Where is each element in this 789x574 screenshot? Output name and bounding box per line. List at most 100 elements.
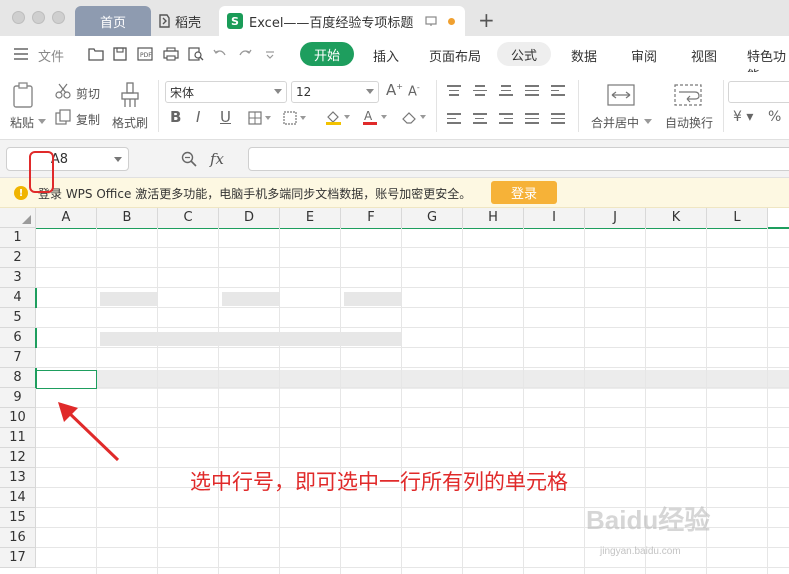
- row-header-9[interactable]: 9: [0, 388, 36, 408]
- row-header-15[interactable]: 15: [0, 508, 36, 528]
- minimize-window-icon[interactable]: [32, 11, 45, 24]
- row-header-4[interactable]: 4: [0, 288, 36, 308]
- row-header-13[interactable]: 13: [0, 468, 36, 488]
- monitor-icon[interactable]: [425, 16, 437, 27]
- fill-color-icon[interactable]: [325, 109, 351, 125]
- menu-tab-formulas[interactable]: 公式: [497, 42, 552, 66]
- border-icon[interactable]: [248, 111, 272, 125]
- indent-icon[interactable]: [551, 85, 565, 99]
- font-color-icon[interactable]: A: [362, 109, 388, 125]
- align-top-icon[interactable]: [447, 85, 461, 99]
- quick-access-dropdown-icon[interactable]: [265, 51, 275, 59]
- row-header-1[interactable]: 1: [0, 228, 36, 248]
- decrease-font-icon[interactable]: A-: [408, 83, 420, 99]
- column-header-b[interactable]: B: [97, 208, 158, 228]
- tab-document[interactable]: S Excel——百度经验专项标题: [219, 6, 465, 36]
- function-icon[interactable]: fx: [210, 150, 224, 168]
- align-center-icon[interactable]: [473, 113, 487, 127]
- row-header-2[interactable]: 2: [0, 248, 36, 268]
- column-header-l[interactable]: L: [707, 208, 768, 228]
- save-icon[interactable]: [113, 47, 127, 61]
- format-painter-icon[interactable]: [120, 82, 140, 108]
- print-preview-icon[interactable]: [188, 47, 204, 61]
- row-header-8[interactable]: 8: [0, 368, 36, 388]
- redo-icon[interactable]: [238, 47, 252, 61]
- formula-input[interactable]: [248, 147, 789, 171]
- row-header-7[interactable]: 7: [0, 348, 36, 368]
- shaded-cell[interactable]: [100, 332, 401, 346]
- hamburger-menu-icon[interactable]: [14, 48, 28, 60]
- cut-button[interactable]: 剪切: [76, 85, 100, 102]
- column-header-i[interactable]: I: [524, 208, 585, 228]
- cell-style-icon[interactable]: [283, 111, 307, 125]
- column-header-k[interactable]: K: [646, 208, 707, 228]
- justify-icon[interactable]: [525, 113, 539, 127]
- menu-tab-view[interactable]: 视图: [691, 46, 717, 65]
- align-bottom-icon[interactable]: [499, 85, 513, 99]
- menu-tab-review[interactable]: 审阅: [631, 46, 657, 65]
- row-header-10[interactable]: 10: [0, 408, 36, 428]
- wrap-text-icon[interactable]: [674, 84, 702, 106]
- zoom-icon[interactable]: [181, 151, 197, 167]
- orientation-icon[interactable]: [525, 85, 539, 99]
- column-header-j[interactable]: J: [585, 208, 646, 228]
- distributed-icon[interactable]: [551, 113, 565, 127]
- maximize-window-icon[interactable]: [52, 11, 65, 24]
- align-right-icon[interactable]: [499, 113, 513, 127]
- column-header-h[interactable]: H: [463, 208, 524, 228]
- wrap-text-button[interactable]: 自动换行: [665, 114, 713, 131]
- italic-icon[interactable]: I: [196, 108, 200, 126]
- column-header-c[interactable]: C: [158, 208, 219, 228]
- export-pdf-icon[interactable]: PDF: [137, 47, 153, 61]
- file-menu[interactable]: 文件: [38, 46, 64, 65]
- row-header-3[interactable]: 3: [0, 268, 36, 288]
- name-box[interactable]: A8: [6, 147, 129, 171]
- merge-center-button[interactable]: 合并居中: [591, 114, 639, 131]
- login-button[interactable]: 登录: [491, 181, 557, 204]
- merge-dropdown-icon[interactable]: [644, 119, 652, 125]
- font-size-select[interactable]: 12: [291, 81, 379, 103]
- paste-button[interactable]: 粘贴: [10, 114, 34, 131]
- row-header-16[interactable]: 16: [0, 528, 36, 548]
- bold-icon[interactable]: B: [170, 108, 181, 126]
- copy-icon[interactable]: [55, 109, 71, 125]
- tab-docer[interactable]: 稻壳: [151, 6, 215, 36]
- menu-tab-data[interactable]: 数据: [571, 46, 597, 65]
- underline-icon[interactable]: U: [220, 108, 231, 126]
- align-middle-icon[interactable]: [473, 85, 487, 99]
- print-icon[interactable]: [163, 47, 179, 61]
- row-header-5[interactable]: 5: [0, 308, 36, 328]
- align-left-icon[interactable]: [447, 113, 461, 127]
- increase-font-icon[interactable]: A+: [386, 81, 403, 99]
- row-header-11[interactable]: 11: [0, 428, 36, 448]
- number-format-select[interactable]: [728, 81, 789, 103]
- undo-icon[interactable]: [213, 47, 227, 61]
- active-cell-a8[interactable]: [36, 370, 97, 389]
- column-header-d[interactable]: D: [219, 208, 280, 228]
- shaded-cell[interactable]: [344, 292, 401, 306]
- copy-button[interactable]: 复制: [76, 111, 100, 128]
- currency-icon[interactable]: ¥ ▾: [733, 109, 753, 125]
- tab-home[interactable]: 首页: [75, 6, 151, 36]
- close-window-icon[interactable]: [12, 11, 25, 24]
- percent-icon[interactable]: %: [768, 109, 781, 125]
- column-header-g[interactable]: G: [402, 208, 463, 228]
- paste-dropdown-icon[interactable]: [38, 119, 46, 125]
- menu-tab-page-layout[interactable]: 页面布局: [429, 46, 481, 65]
- select-all-corner[interactable]: [0, 208, 36, 228]
- font-name-select[interactable]: 宋体: [165, 81, 287, 103]
- cut-icon[interactable]: [55, 83, 71, 99]
- column-header-a[interactable]: A: [36, 208, 97, 228]
- format-painter-button[interactable]: 格式刷: [112, 114, 148, 131]
- menu-tab-insert[interactable]: 插入: [373, 46, 399, 65]
- open-folder-icon[interactable]: [88, 47, 104, 61]
- column-header-f[interactable]: F: [341, 208, 402, 228]
- new-tab-button[interactable]: +: [478, 8, 495, 32]
- shaded-cell[interactable]: [222, 292, 279, 306]
- row-header-17[interactable]: 17: [0, 548, 36, 568]
- menu-tab-home[interactable]: 开始: [300, 42, 355, 66]
- row-header-6[interactable]: 6: [0, 328, 36, 348]
- row-header-14[interactable]: 14: [0, 488, 36, 508]
- shaded-cell[interactable]: [100, 292, 157, 306]
- merge-center-icon[interactable]: [607, 84, 635, 106]
